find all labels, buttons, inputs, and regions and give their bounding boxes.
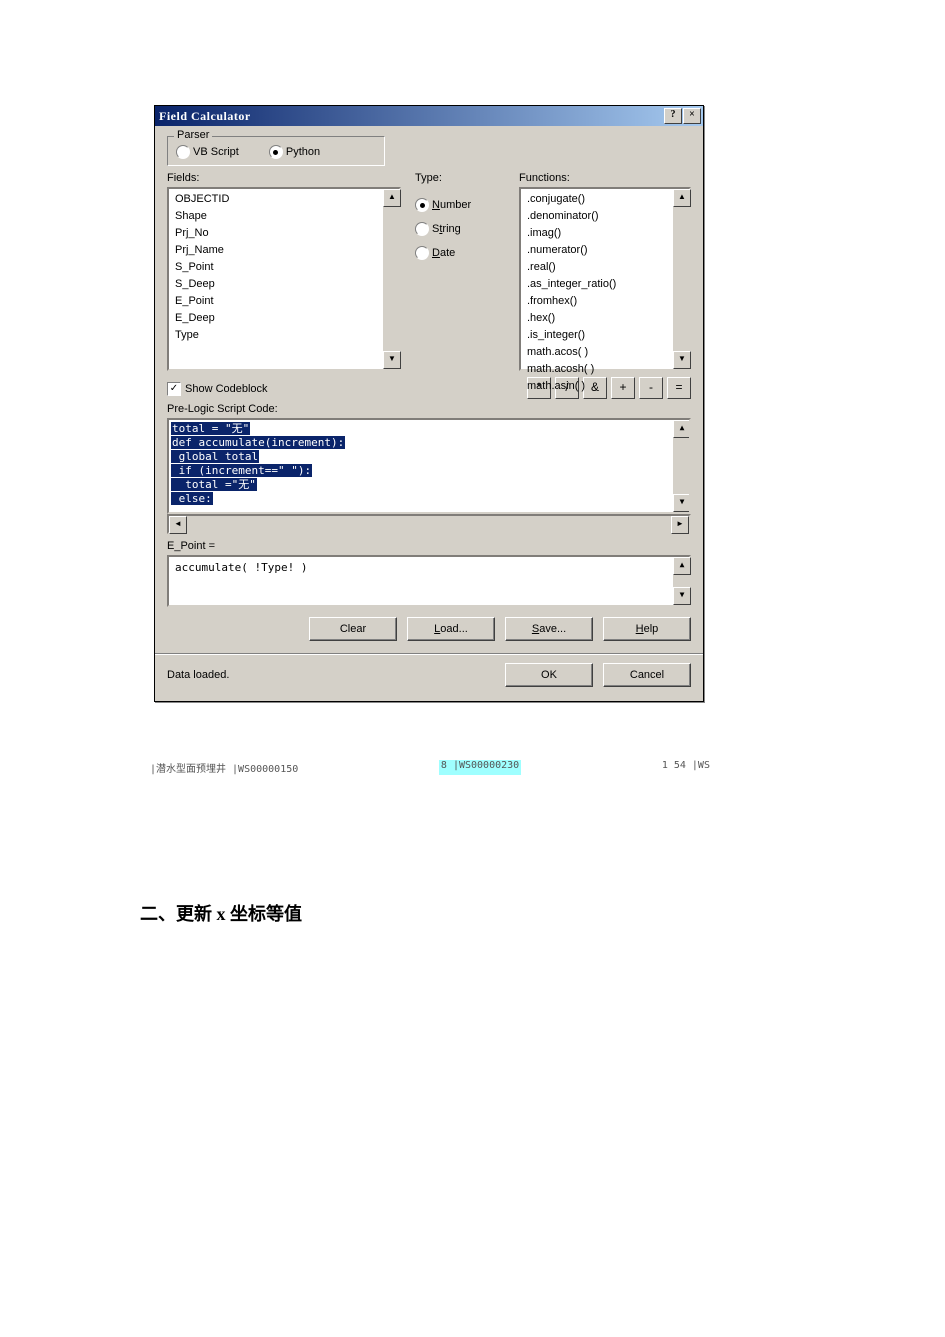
close-icon[interactable]: ×: [683, 108, 701, 124]
functions-label: Functions:: [519, 172, 691, 184]
parser-legend: Parser: [174, 129, 212, 141]
functions-listbox[interactable]: .conjugate().denominator().imag().numera…: [519, 187, 691, 371]
show-codeblock-checkbox[interactable]: Show Codeblock: [167, 382, 268, 396]
function-item[interactable]: .fromhex(): [525, 293, 671, 310]
type-label: Type:: [415, 172, 505, 184]
scrollbar[interactable]: ▲ ▼: [673, 420, 689, 512]
radio-icon: [176, 145, 190, 159]
function-item[interactable]: .imag(): [525, 225, 671, 242]
field-calculator-window: Field Calculator ? × Parser VB Script Py…: [154, 105, 704, 702]
field-item[interactable]: S_Point: [173, 259, 381, 276]
field-item[interactable]: OBJECTID: [173, 191, 381, 208]
clear-button[interactable]: Clear: [309, 617, 397, 641]
radio-icon: [415, 222, 429, 236]
fragment-left: |潜水型面预埋井 |WS00000150: [150, 760, 298, 775]
expression-input[interactable]: accumulate( !Type! ) ▲ ▼: [167, 555, 691, 607]
code-line: if (increment==" "):: [171, 464, 312, 477]
cancel-button[interactable]: Cancel: [603, 663, 691, 687]
scrollbar[interactable]: ▲ ▼: [673, 189, 689, 369]
scroll-down-icon[interactable]: ▼: [673, 494, 691, 512]
status-text: Data loaded.: [167, 669, 229, 681]
scroll-down-icon[interactable]: ▼: [383, 351, 401, 369]
document-heading: 二、更新 x 坐标等值: [140, 900, 302, 926]
field-item[interactable]: Type: [173, 327, 381, 344]
function-item[interactable]: .is_integer(): [525, 327, 671, 344]
scroll-right-icon[interactable]: ►: [671, 516, 689, 534]
function-item[interactable]: math.asin( ): [525, 378, 671, 395]
field-item[interactable]: Prj_No: [173, 225, 381, 242]
window-title: Field Calculator: [159, 109, 251, 124]
expression-label: E_Point =: [167, 540, 691, 552]
function-item[interactable]: .real(): [525, 259, 671, 276]
fragment-mid: 8 |WS00000230: [439, 760, 521, 775]
scrollbar[interactable]: ▲ ▼: [383, 189, 399, 369]
page: Field Calculator ? × Parser VB Script Py…: [0, 0, 945, 1337]
divider: [155, 653, 703, 655]
radio-icon: [415, 198, 429, 212]
function-item[interactable]: .as_integer_ratio(): [525, 276, 671, 293]
code-line: total ="无": [171, 478, 257, 491]
ok-button[interactable]: OK: [505, 663, 593, 687]
code-line: total = "无": [171, 422, 250, 435]
horizontal-scrollbar[interactable]: ◄ ►: [167, 514, 691, 534]
prelogic-code-input[interactable]: total = "无"def accumulate(increment): gl…: [167, 418, 691, 514]
code-line: global total: [171, 450, 259, 463]
function-item[interactable]: .hex(): [525, 310, 671, 327]
scrollbar[interactable]: ▲ ▼: [673, 557, 689, 605]
code-line: else:: [171, 492, 213, 505]
radio-icon: [269, 145, 283, 159]
parser-group: Parser VB Script Python: [167, 136, 385, 166]
save-button[interactable]: Save...: [505, 617, 593, 641]
radio-icon: [415, 246, 429, 260]
scroll-up-icon[interactable]: ▲: [383, 189, 401, 207]
function-item[interactable]: math.acosh( ): [525, 361, 671, 378]
scroll-left-icon[interactable]: ◄: [169, 516, 187, 534]
field-item[interactable]: Shape: [173, 208, 381, 225]
function-item[interactable]: math.acos( ): [525, 344, 671, 361]
help-button[interactable]: Help: [603, 617, 691, 641]
background-table-fragment: |潜水型面预埋井 |WS00000150 8 |WS00000230 1 54 …: [150, 760, 710, 775]
radio-date[interactable]: Date: [415, 246, 505, 260]
titlebar-buttons: ? ×: [664, 108, 701, 124]
titlebar[interactable]: Field Calculator ? ×: [155, 106, 703, 126]
scroll-up-icon[interactable]: ▲: [673, 557, 691, 575]
code-line: def accumulate(increment):: [171, 436, 345, 449]
radio-python-label: Python: [286, 146, 320, 158]
fragment-right: 1 54 |WS: [662, 760, 710, 775]
scroll-up-icon[interactable]: ▲: [673, 189, 691, 207]
window-content: Parser VB Script Python Fields:: [155, 126, 703, 701]
expression-value: accumulate( !Type! ): [171, 559, 671, 576]
type-string-label: ring: [442, 223, 460, 235]
field-item[interactable]: E_Deep: [173, 310, 381, 327]
radio-python[interactable]: Python: [269, 145, 320, 159]
type-number-label: umber: [440, 199, 471, 211]
field-item[interactable]: Prj_Name: [173, 242, 381, 259]
help-icon[interactable]: ?: [664, 108, 682, 124]
prelogic-label: Pre-Logic Script Code:: [167, 403, 691, 415]
radio-vbscript[interactable]: VB Script: [176, 145, 239, 159]
checkbox-icon: [167, 382, 181, 396]
fields-listbox[interactable]: OBJECTIDShapePrj_NoPrj_NameS_PointS_Deep…: [167, 187, 401, 371]
field-item[interactable]: S_Deep: [173, 276, 381, 293]
radio-number[interactable]: Number: [415, 198, 505, 212]
function-item[interactable]: .conjugate(): [525, 191, 671, 208]
radio-vbscript-label: VB Script: [193, 146, 239, 158]
radio-string[interactable]: String: [415, 222, 505, 236]
type-date-label: ate: [440, 247, 455, 259]
field-item[interactable]: E_Point: [173, 293, 381, 310]
scroll-down-icon[interactable]: ▼: [673, 587, 691, 605]
scroll-up-icon[interactable]: ▲: [673, 420, 691, 438]
function-item[interactable]: .numerator(): [525, 242, 671, 259]
function-item[interactable]: .denominator(): [525, 208, 671, 225]
show-codeblock-label: Show Codeblock: [185, 383, 268, 395]
load-button[interactable]: Load...: [407, 617, 495, 641]
fields-label: Fields:: [167, 172, 401, 184]
scroll-down-icon[interactable]: ▼: [673, 351, 691, 369]
